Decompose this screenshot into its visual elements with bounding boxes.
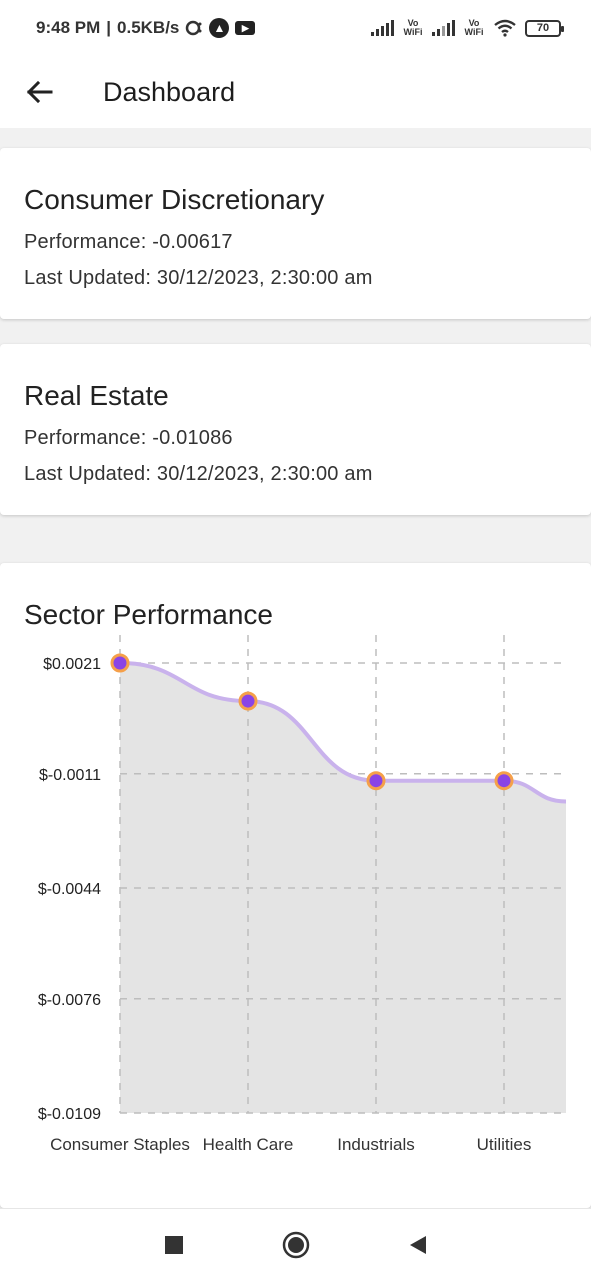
sector-card-consumer-discretionary: Consumer Discretionary Performance: -0.0… bbox=[0, 148, 591, 319]
data-point bbox=[494, 771, 514, 791]
y-tick-label: $-0.0109 bbox=[38, 1106, 101, 1123]
home-circle-icon bbox=[282, 1231, 309, 1258]
arrow-left-icon bbox=[26, 80, 53, 104]
signal-icon-2 bbox=[432, 20, 455, 36]
y-tick-label: $0.0021 bbox=[43, 656, 101, 673]
signal-icon bbox=[371, 20, 394, 36]
card-performance: Performance: -0.01086 bbox=[24, 427, 233, 449]
sector-card-real-estate: Real Estate Performance: -0.01086 Last U… bbox=[0, 344, 591, 515]
y-tick-label: $-0.0044 bbox=[38, 881, 101, 898]
status-speed: 0.5KB/s bbox=[117, 18, 180, 37]
card-title: Consumer Discretionary bbox=[24, 184, 325, 215]
x-tick-label: Utilities bbox=[477, 1135, 532, 1154]
status-bar: 9:48 PM | 0.5KB/s ▲ ▶ Vo WiFi Vo WiFi 70 bbox=[0, 0, 591, 56]
y-tick-label: $-0.0011 bbox=[39, 767, 101, 784]
navigation-icon: ▲ bbox=[209, 18, 230, 38]
vowifi-label-1: Vo WiFi bbox=[403, 18, 423, 37]
status-left: 9:48 PM | 0.5KB/s ▲ ▶ bbox=[36, 18, 256, 38]
sector-performance-chart: $0.0021 $-0.0011 $-0.0044 $-0.0076 $-0.0109 C… bbox=[38, 635, 567, 1154]
wifi-icon bbox=[494, 19, 516, 37]
card-performance: Performance: -0.00617 bbox=[24, 231, 233, 253]
status-right: Vo WiFi Vo WiFi 70 bbox=[371, 18, 564, 37]
system-nav-bar bbox=[0, 1208, 591, 1280]
page-title: Dashboard bbox=[103, 76, 236, 107]
back-nav-button[interactable] bbox=[398, 1225, 438, 1265]
x-tick-label: Health Care bbox=[203, 1135, 294, 1154]
youtube-icon: ▶ bbox=[235, 21, 256, 35]
status-time: 9:48 PM bbox=[36, 18, 101, 37]
x-tick-label: Consumer Staples bbox=[50, 1135, 190, 1154]
y-tick-label: $-0.0076 bbox=[38, 992, 101, 1009]
x-tick-label: Industrials bbox=[337, 1135, 414, 1154]
vowifi-label-2: Vo WiFi bbox=[464, 18, 484, 37]
recents-square-icon bbox=[164, 1235, 183, 1254]
data-point bbox=[238, 691, 258, 711]
card-last-updated: Last Updated: 30/12/2023, 2:30:00 am bbox=[24, 267, 373, 289]
data-point bbox=[366, 771, 386, 791]
data-point bbox=[110, 653, 130, 673]
back-button[interactable] bbox=[0, 56, 78, 128]
recents-button[interactable] bbox=[154, 1225, 194, 1265]
card-last-updated: Last Updated: 30/12/2023, 2:30:00 am bbox=[24, 463, 373, 485]
app-bar: Dashboard bbox=[0, 56, 591, 128]
home-button[interactable] bbox=[276, 1225, 316, 1265]
chart-title: Sector Performance bbox=[24, 599, 273, 630]
battery-icon: 70 bbox=[525, 19, 564, 37]
chat-bubble-icon bbox=[186, 20, 202, 36]
sector-performance-chart-card: $0.0021 $-0.0011 $-0.0044 $-0.0076 $-0.0109 C… bbox=[0, 563, 591, 1208]
back-triangle-icon bbox=[409, 1235, 426, 1254]
card-title: Real Estate bbox=[24, 380, 169, 411]
